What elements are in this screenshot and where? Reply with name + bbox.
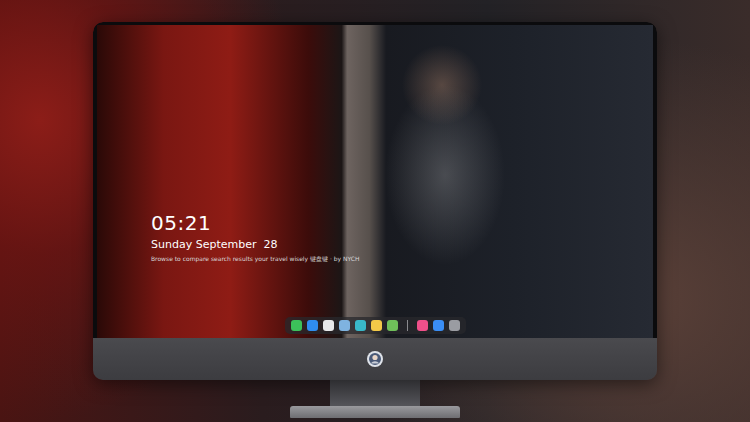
dock-app-icon[interactable] (387, 320, 398, 331)
dock-app-icon[interactable] (433, 320, 444, 331)
dock-app-icon[interactable] (417, 320, 428, 331)
monitor: 05:21 Sunday September 28 Browse to comp… (93, 22, 657, 380)
dock-separator (407, 320, 408, 331)
monitor-bezel: 05:21 Sunday September 28 Browse to comp… (93, 22, 657, 338)
monitor-base (290, 406, 460, 418)
wallpaper-caption: Browse to compare search results your tr… (151, 255, 653, 263)
desktop-wallpaper: 05:21 Sunday September 28 Browse to comp… (97, 25, 653, 338)
dock-app-icon[interactable] (339, 320, 350, 331)
logo-icon (366, 350, 384, 368)
mockup-background: 05:21 Sunday September 28 Browse to comp… (0, 0, 750, 422)
dock-app-icon[interactable] (449, 320, 460, 331)
dock-app-icon[interactable] (371, 320, 382, 331)
dock-app-icon[interactable] (291, 320, 302, 331)
monitor-stand (330, 380, 420, 406)
dock-app-icon[interactable] (307, 320, 318, 331)
clock-date: Sunday September 28 (151, 238, 653, 252)
clock-time: 05:21 (151, 211, 653, 235)
dock-app-icon[interactable] (355, 320, 366, 331)
clock-widget: 05:21 Sunday September 28 Browse to comp… (97, 211, 653, 263)
dock-app-icon[interactable] (323, 320, 334, 331)
monitor-chin (93, 338, 657, 380)
dock (285, 317, 466, 334)
